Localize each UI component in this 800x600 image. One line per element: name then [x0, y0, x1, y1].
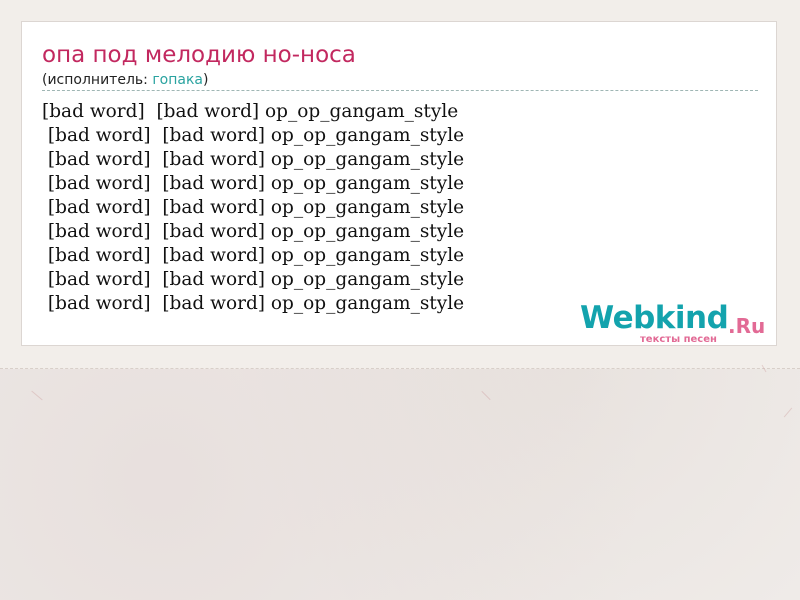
logo-tld: .Ru — [728, 314, 766, 338]
lyrics-line: [bad word] [bad word] op_op_gangam_style — [42, 293, 465, 314]
lyrics-line: [bad word] [bad word] op_op_gangam_style — [42, 245, 465, 266]
performer-prefix: (исполнитель: — [42, 72, 153, 88]
lyrics-card: опа под мелодию но-носа (исполнитель: го… — [21, 21, 777, 346]
performer-line: (исполнитель: гопака) — [42, 72, 208, 88]
lyrics-text: [bad word] [bad word] op_op_gangam_style… — [42, 100, 464, 316]
lyrics-line: [bad word] [bad word] op_op_gangam_style — [42, 269, 465, 290]
performer-link[interactable]: гопака — [152, 72, 203, 88]
song-title: опа под мелодию но-носа — [42, 42, 356, 68]
lyrics-line: [bad word] [bad word] op_op_gangam_style — [42, 125, 465, 146]
lyrics-line: [bad word] [bad word] op_op_gangam_style — [42, 221, 465, 242]
lyrics-line: [bad word] [bad word] op_op_gangam_style — [42, 173, 465, 194]
lyrics-line: [bad word] [bad word] op_op_gangam_style — [42, 149, 465, 170]
lyrics-line: [bad word] [bad word] op_op_gangam_style — [42, 197, 465, 218]
title-divider — [42, 90, 758, 91]
webkind-logo[interactable]: Webkind .Ru тексты песен — [580, 300, 772, 346]
logo-tagline: тексты песен — [640, 334, 717, 345]
logo-brand: Webkind — [580, 300, 729, 336]
performer-suffix: ) — [203, 72, 209, 88]
lyrics-line: [bad word] [bad word] op_op_gangam_style — [42, 101, 459, 122]
